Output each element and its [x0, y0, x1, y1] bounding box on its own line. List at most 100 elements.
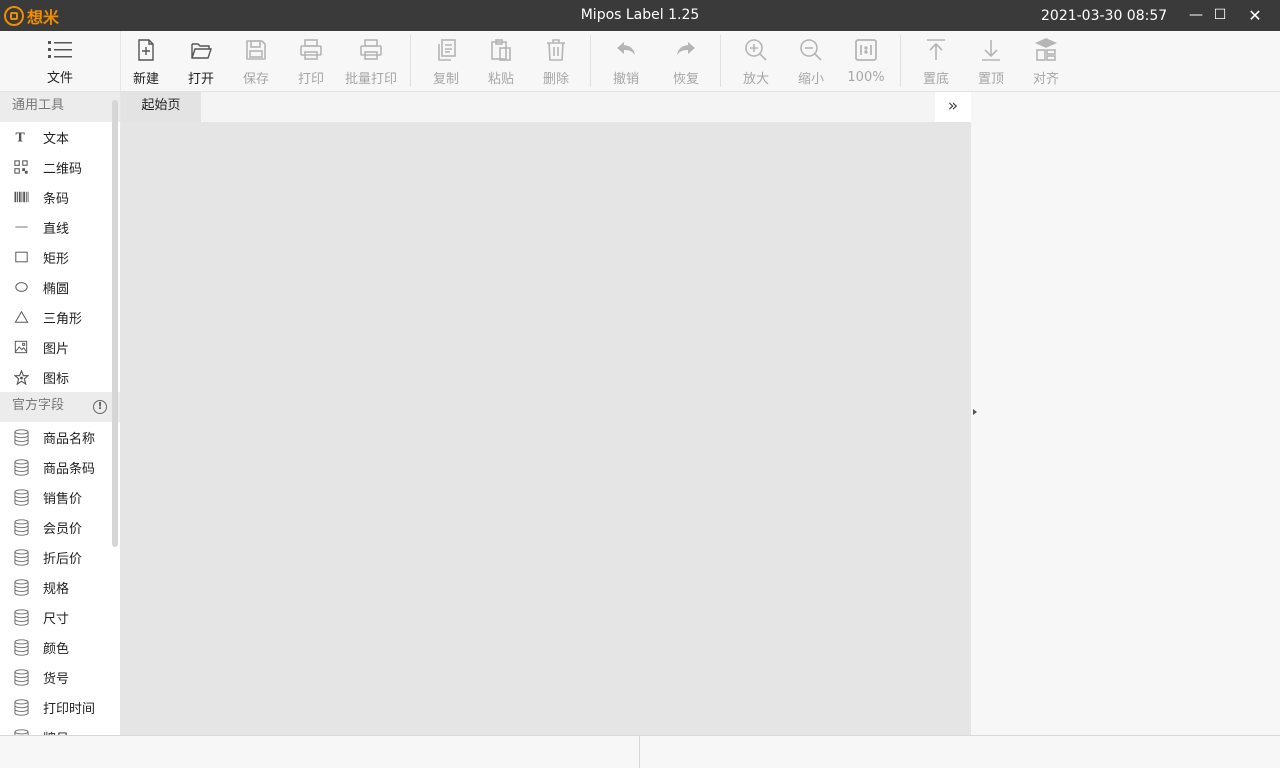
general-tools-header: 通用工具: [0, 92, 120, 122]
tool-icon-label: 图标: [43, 371, 70, 387]
database-icon: [12, 698, 30, 716]
database-icon: [12, 668, 30, 686]
main-toolbar: 文件 新建 打开 保存 打印 批量打印 复制 粘贴 删除 撤销 恢复 放大 缩小…: [0, 31, 1280, 92]
copy-icon: [438, 39, 456, 61]
open-folder-icon: [191, 43, 212, 59]
field-item[interactable]: 货号: [0, 662, 120, 692]
field-item-label: 商品条码: [43, 461, 96, 477]
zoom-out-icon: [800, 39, 822, 61]
bring-to-front-button[interactable]: 置顶: [973, 31, 1009, 91]
field-item[interactable]: 销售价: [0, 482, 120, 512]
tool-barcode[interactable]: 条码: [0, 182, 120, 212]
tool-image[interactable]: 图片: [0, 332, 120, 362]
delete-button[interactable]: 删除: [538, 31, 574, 91]
design-canvas[interactable]: [121, 122, 971, 735]
database-icon: [12, 578, 30, 596]
open-label: 打开: [187, 72, 214, 87]
tool-ellipse[interactable]: 椭圆: [0, 272, 120, 302]
ellipse-icon: [12, 278, 30, 296]
barcode-icon: [12, 188, 30, 206]
database-icon: [12, 638, 30, 656]
zoom-level-label: 100%: [847, 70, 885, 85]
file-menu-button[interactable]: 文件: [0, 31, 121, 91]
field-item[interactable]: 尺寸: [0, 602, 120, 632]
new-button[interactable]: 新建: [128, 31, 164, 91]
star-icon: [12, 368, 30, 386]
undo-button[interactable]: 撤销: [608, 31, 644, 91]
field-item[interactable]: 牌号: [0, 722, 120, 735]
send-to-back-label: 置底: [922, 72, 949, 87]
zoom-in-button[interactable]: 放大: [738, 31, 774, 91]
batch-print-button[interactable]: 批量打印: [342, 31, 400, 91]
tool-icon[interactable]: 图标: [0, 362, 120, 392]
tool-qrcode[interactable]: 二维码: [0, 152, 120, 182]
database-icon: [12, 458, 30, 476]
info-icon[interactable]: !: [93, 400, 107, 414]
tool-line[interactable]: 直线: [0, 212, 120, 242]
tool-panel-scrollbar[interactable]: [112, 100, 118, 547]
tool-text-label: 文本: [43, 131, 70, 147]
align-button[interactable]: 对齐: [1028, 31, 1064, 91]
open-button[interactable]: 打开: [183, 31, 219, 91]
close-button[interactable]: ✕: [1243, 4, 1267, 26]
tool-ellipse-label: 椭圆: [43, 281, 70, 297]
zoom-out-label: 缩小: [797, 72, 824, 87]
property-panel: [971, 92, 1280, 735]
panel-collapse-arrow-icon[interactable]: [973, 409, 977, 415]
zoom-reset-button[interactable]: 100%: [845, 31, 887, 91]
print-button[interactable]: 打印: [293, 31, 329, 91]
general-tools-title: 通用工具: [12, 98, 65, 113]
hamburger-icon: [48, 41, 72, 58]
status-bar: [0, 735, 1280, 768]
official-fields-title: 官方字段: [12, 398, 65, 413]
field-item-label: 规格: [43, 581, 70, 597]
field-item-label: 打印时间: [43, 701, 96, 717]
undo-label: 撤销: [612, 72, 639, 87]
tab-start-page[interactable]: 起始页: [121, 92, 201, 122]
bring-to-front-label: 置顶: [977, 72, 1004, 87]
save-button[interactable]: 保存: [238, 31, 274, 91]
batch-print-label: 批量打印: [344, 72, 397, 87]
field-item[interactable]: 会员价: [0, 512, 120, 542]
tool-qrcode-label: 二维码: [43, 161, 83, 177]
field-item[interactable]: 商品条码: [0, 452, 120, 482]
field-item[interactable]: 颜色: [0, 632, 120, 662]
tool-line-label: 直线: [43, 221, 70, 237]
database-icon: [12, 728, 30, 735]
tool-triangle[interactable]: 三角形: [0, 302, 120, 332]
tool-text[interactable]: T 文本: [0, 122, 120, 152]
database-icon: [12, 548, 30, 566]
field-item-label: 会员价: [43, 521, 83, 537]
tool-rectangle[interactable]: 矩形: [0, 242, 120, 272]
tool-image-label: 图片: [43, 341, 70, 357]
align-label: 对齐: [1032, 72, 1059, 87]
actual-size-icon: [855, 39, 877, 61]
field-item[interactable]: 商品名称: [0, 422, 120, 452]
paste-button[interactable]: 粘贴: [483, 31, 519, 91]
zoom-out-button[interactable]: 缩小: [793, 31, 829, 91]
new-file-icon: [138, 39, 154, 61]
paste-label: 粘贴: [487, 72, 514, 87]
expand-panel-button[interactable]: »: [935, 92, 971, 122]
field-item-label: 商品名称: [43, 431, 96, 447]
print-label: 打印: [297, 72, 324, 87]
rectangle-icon: [12, 248, 30, 266]
database-icon: [12, 428, 30, 446]
align-layers-icon: [1035, 38, 1057, 61]
field-item[interactable]: 折后价: [0, 542, 120, 572]
toolbar-separator: [590, 35, 591, 87]
arrow-up-to-line-icon: [927, 39, 945, 60]
undo-arrow-icon: [617, 42, 635, 55]
field-item-label: 货号: [43, 671, 70, 687]
redo-button[interactable]: 恢复: [668, 31, 704, 91]
field-item[interactable]: 规格: [0, 572, 120, 602]
field-item-label: 颜色: [43, 641, 70, 657]
trash-icon: [547, 39, 565, 61]
field-item[interactable]: 打印时间: [0, 692, 120, 722]
maximize-button[interactable]: ☐: [1208, 4, 1232, 26]
copy-button[interactable]: 复制: [428, 31, 464, 91]
zoom-in-icon: [745, 39, 767, 61]
send-to-back-button[interactable]: 置底: [918, 31, 954, 91]
tool-panel: 通用工具 T 文本 二维码 条码 直线 矩形 椭圆 三角形 图片 图标 官方字段…: [0, 92, 121, 735]
minimize-button[interactable]: —: [1184, 4, 1208, 26]
